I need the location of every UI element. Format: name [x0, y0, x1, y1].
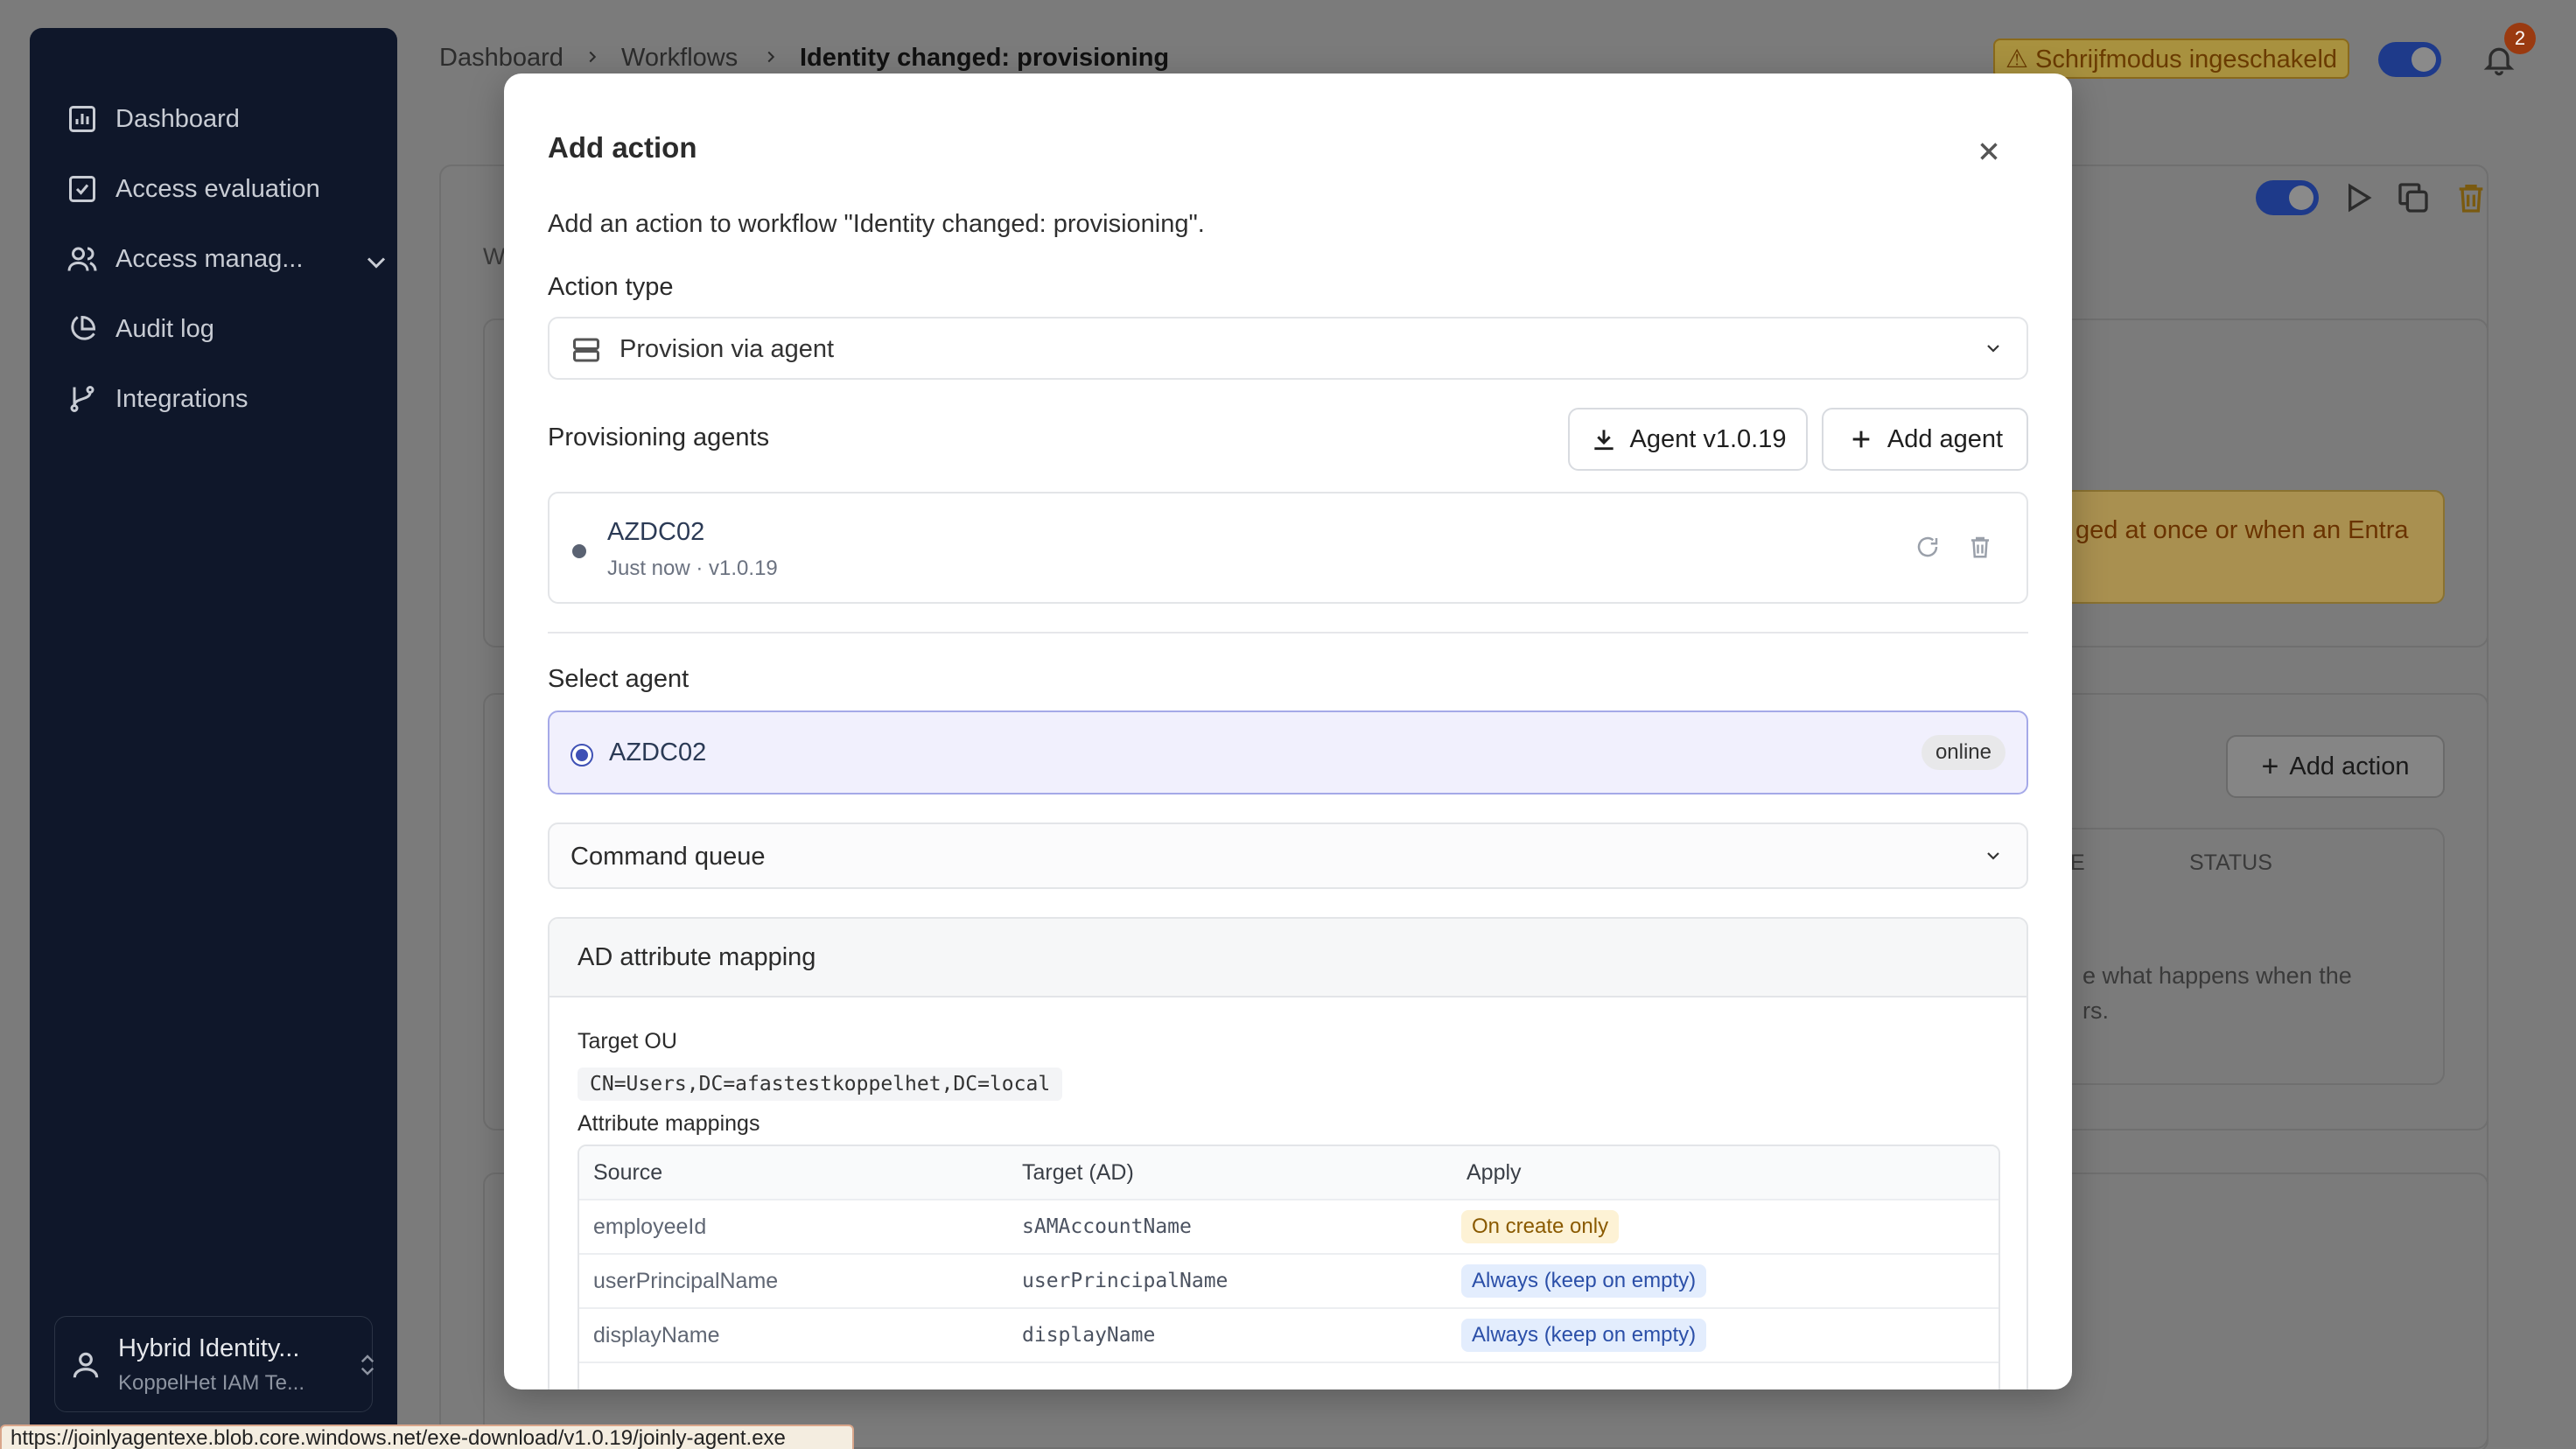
sidebar-item-label: Dashboard	[116, 104, 240, 133]
source-cell: userPrincipalName	[593, 1268, 779, 1293]
sidebar-item-label: Access evaluation	[116, 174, 320, 203]
user-name: Hybrid Identity...	[118, 1334, 300, 1362]
target-ou-value: CN=Users,DC=afastestkoppelhet,DC=local	[578, 1068, 1063, 1101]
divider	[548, 632, 2028, 634]
trash-icon[interactable]	[1967, 534, 1993, 560]
bg-empty-line1: e what happens when the	[2082, 962, 2352, 989]
add-agent-button[interactable]: Add agent	[1822, 408, 2028, 471]
write-mode-toggle[interactable]	[2378, 42, 2441, 77]
apply-badge: On create only	[1461, 1210, 1620, 1243]
target-cell: sAMAccountName	[1022, 1215, 1192, 1238]
source-cell: employeeId	[593, 1214, 707, 1239]
agent-meta: Just now · v1.0.19	[607, 556, 778, 580]
trash-icon[interactable]	[2454, 180, 2488, 215]
mapping-title: AD attribute mapping	[578, 943, 816, 971]
attribute-mappings-label: Attribute mappings	[578, 1111, 760, 1136]
agent-card: AZDC02 Just now · v1.0.19	[548, 492, 2028, 604]
notification-count: 2	[2504, 23, 2536, 54]
attribute-mappings-table: Source Target (AD) Apply employeeId sAMA…	[578, 1144, 2000, 1390]
sidebar-item-access-management[interactable]: Access manag...	[66, 233, 390, 285]
user-menu[interactable]: Hybrid Identity... KoppelHet IAM Te...	[54, 1316, 374, 1412]
breadcrumb-dashboard[interactable]: Dashboard	[439, 44, 564, 73]
workflow-enabled-toggle[interactable]	[2256, 180, 2319, 215]
action-type-value: Provision via agent	[620, 335, 835, 363]
provisioning-agents-label: Provisioning agents	[548, 424, 770, 452]
table-row: displayName displayName Always (keep on …	[579, 1309, 1998, 1363]
sidebar: Dashboard Access evaluation Access manag…	[30, 28, 397, 1449]
chevron-down-icon	[367, 257, 386, 269]
download-agent-button[interactable]: Agent v1.0.19	[1568, 408, 1808, 471]
link-status-url: https://joinlyagentexe.blob.core.windows…	[0, 1424, 854, 1449]
bg-empty-line2: rs.	[2082, 998, 2109, 1024]
chevrons-up-down-icon	[360, 1354, 374, 1376]
users-icon	[67, 247, 97, 271]
agent-status-dot	[572, 544, 586, 558]
copy-icon[interactable]	[2396, 180, 2431, 215]
mapping-header: AD attribute mapping	[550, 919, 2026, 998]
table-row: employeeId sAMAccountName On create only	[579, 1200, 1998, 1255]
sidebar-item-access-evaluation[interactable]: Access evaluation	[66, 163, 320, 215]
bg-warning-banner: ged at once or when an Entra	[2048, 490, 2445, 604]
user-org: KoppelHet IAM Te...	[118, 1371, 304, 1395]
agent-radio[interactable]	[570, 744, 593, 766]
plus-icon	[1852, 430, 1870, 448]
target-ou-label: Target OU	[578, 1029, 677, 1054]
table-row: userPrincipalName userPrincipalName Alwa…	[579, 1255, 1998, 1309]
sidebar-item-audit-log[interactable]: Audit log	[66, 303, 214, 355]
refresh-icon[interactable]	[1914, 534, 1941, 560]
target-cell: userPrincipalName	[1022, 1270, 1228, 1292]
add-action-dialog: Add action Add an action to workflow "Id…	[504, 74, 2072, 1390]
chevron-down-icon	[1987, 852, 1999, 860]
sidebar-item-label: Audit log	[116, 314, 214, 343]
breadcrumb-current: Identity changed: provisioning	[800, 44, 1170, 72]
apply-badge: Always (keep on empty)	[1461, 1264, 1707, 1298]
chart-icon	[69, 106, 95, 132]
command-queue-collapsible[interactable]: Command queue	[548, 822, 2028, 889]
agent-option-selected[interactable]: AZDC02 online	[548, 710, 2028, 794]
add-agent-label: Add agent	[1886, 424, 2004, 453]
sidebar-item-label: Access manag...	[116, 244, 304, 273]
apply-badge: Always (keep on empty)	[1461, 1319, 1707, 1352]
bg-col-e: E	[2070, 850, 2085, 875]
pie-chart-icon	[71, 315, 96, 340]
column-header: Source	[593, 1159, 663, 1185]
dialog-title: Add action	[548, 131, 697, 164]
download-agent-label: Agent v1.0.19	[1629, 424, 1787, 453]
bg-workflow-letter: W	[483, 243, 506, 270]
chevron-down-icon	[1987, 345, 1999, 353]
status-badge: online	[1921, 735, 2006, 770]
check-square-icon	[69, 176, 95, 202]
bg-add-action-button[interactable]: + Add action	[2226, 735, 2445, 798]
source-cell: displayName	[593, 1322, 720, 1348]
select-agent-label: Select agent	[548, 665, 690, 693]
sidebar-item-integrations[interactable]: Integrations	[66, 373, 248, 425]
command-queue-label: Command queue	[570, 843, 766, 871]
agent-name: AZDC02	[607, 518, 705, 546]
chevron-right-icon	[767, 51, 775, 63]
ad-attribute-mapping-card: AD attribute mapping Target OU CN=Users,…	[548, 917, 2028, 1390]
column-header: Target (AD)	[1022, 1159, 1134, 1185]
sidebar-item-label: Integrations	[116, 384, 248, 413]
server-icon	[573, 338, 599, 362]
breadcrumb-workflows[interactable]: Workflows	[621, 44, 738, 73]
sidebar-item-dashboard[interactable]: Dashboard	[66, 93, 240, 145]
action-type-label: Action type	[548, 273, 674, 301]
bg-col-status: STATUS	[2189, 850, 2272, 875]
table-row-partial	[579, 1363, 1998, 1390]
play-icon[interactable]	[2340, 180, 2375, 215]
column-header: Apply	[1466, 1159, 1522, 1185]
bg-add-action-label: Add action	[2289, 752, 2410, 780]
target-cell: displayName	[1022, 1324, 1156, 1347]
close-icon[interactable]	[1974, 136, 2004, 166]
user-icon	[73, 1352, 99, 1378]
action-type-select[interactable]: Provision via agent	[548, 317, 2028, 380]
table-header-row: Source Target (AD) Apply	[579, 1146, 1998, 1200]
git-branch-icon	[70, 386, 94, 412]
bg-warning-text: ged at once or when an Entra	[2076, 516, 2409, 544]
dialog-description: Add an action to workflow "Identity chan…	[548, 210, 1205, 238]
agent-option-label: AZDC02	[609, 738, 707, 766]
chevron-right-icon	[589, 51, 597, 63]
download-icon	[1593, 430, 1614, 451]
